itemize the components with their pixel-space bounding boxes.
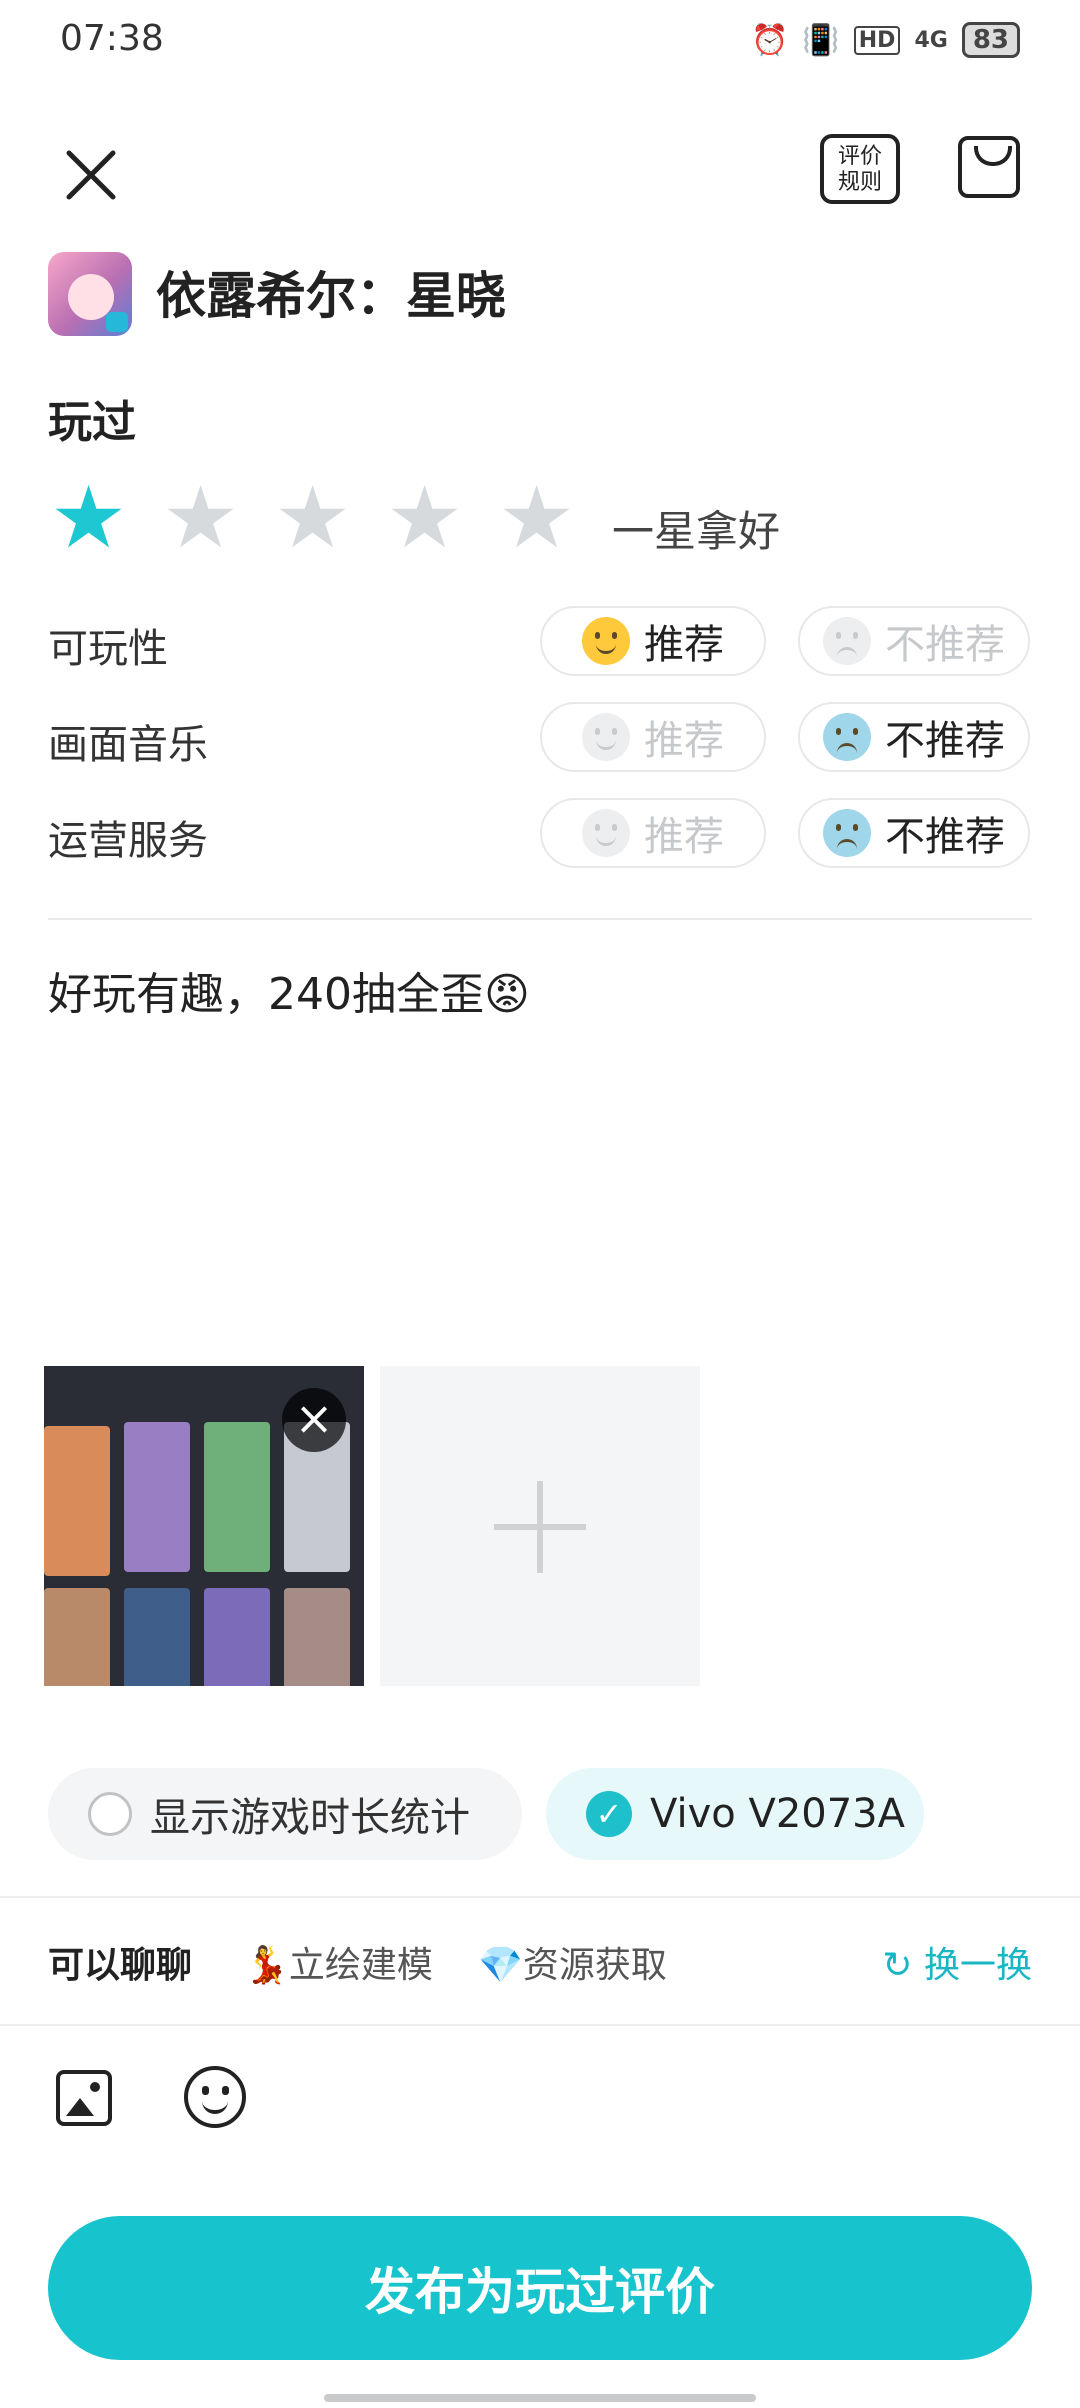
- hd-icon: HD: [853, 25, 901, 55]
- topics-lead: 可以聊聊: [48, 1945, 193, 1986]
- sad-face-icon: [823, 713, 871, 761]
- status-time: 07:38: [60, 18, 164, 59]
- remove-photo-button[interactable]: ×: [282, 1388, 346, 1452]
- alarm-icon: ⏰: [751, 22, 789, 58]
- divider: [48, 918, 1032, 920]
- star-3-icon[interactable]: ★: [274, 475, 354, 561]
- aspect-label-operations: 运营服务: [48, 818, 208, 864]
- topic-chip[interactable]: 💎资源获取: [478, 1936, 667, 1988]
- gameplay-recommend-button[interactable]: 推荐: [540, 606, 766, 676]
- pill-label: 推荐: [644, 814, 724, 860]
- star-4-icon[interactable]: ★: [386, 475, 466, 561]
- close-icon: [66, 150, 116, 200]
- star-rating[interactable]: ★ ★ ★ ★ ★: [50, 475, 578, 561]
- star-5-icon[interactable]: ★: [498, 475, 578, 561]
- add-photo-button[interactable]: [380, 1366, 700, 1686]
- image-icon[interactable]: [56, 2070, 112, 2126]
- sad-face-icon: [823, 809, 871, 857]
- pill-label: 不推荐: [885, 718, 1005, 764]
- star-2-icon[interactable]: ★: [162, 475, 242, 561]
- pill-label: 不推荐: [885, 814, 1005, 860]
- pill-label: 推荐: [644, 622, 724, 668]
- gameplay-not-recommend-button[interactable]: 不推荐: [798, 606, 1030, 676]
- happy-face-icon: [582, 617, 630, 665]
- network-icon: 4G: [914, 27, 948, 53]
- played-label: 玩过: [48, 397, 136, 448]
- battery-icon: 83: [961, 22, 1020, 58]
- swap-topics-button[interactable]: ↻ 换一换: [882, 1936, 1032, 1988]
- check-icon: ✓: [586, 1791, 632, 1837]
- operations-not-recommend-button[interactable]: 不推荐: [798, 798, 1030, 868]
- visuals-not-recommend-button[interactable]: 不推荐: [798, 702, 1030, 772]
- star-caption: 一星拿好: [612, 507, 781, 556]
- device-label: Vivo V2073A: [650, 1791, 905, 1837]
- happy-face-icon: [582, 809, 630, 857]
- star-1-icon[interactable]: ★: [50, 475, 130, 561]
- device-toggle[interactable]: ✓ Vivo V2073A: [546, 1768, 924, 1860]
- aspect-label-visuals-music: 画面音乐: [48, 722, 208, 768]
- emoji-icon[interactable]: [184, 2066, 246, 2128]
- bag-icon[interactable]: [958, 136, 1020, 198]
- status-icons: ⏰ 📳 HD 4G 83: [751, 22, 1020, 58]
- vibrate-icon: 📳: [802, 22, 840, 58]
- show-playtime-label: 显示游戏时长统计: [150, 1795, 470, 1841]
- topic-chip[interactable]: 💃立绘建模: [244, 1936, 433, 1988]
- swap-label: 换一换: [923, 1945, 1032, 1986]
- pill-label: 不推荐: [885, 622, 1005, 668]
- radio-icon: [88, 1792, 132, 1836]
- pill-label: 推荐: [644, 718, 724, 764]
- publish-button[interactable]: 发布为玩过评价: [48, 2216, 1032, 2360]
- show-playtime-toggle[interactable]: 显示游戏时长统计: [48, 1768, 522, 1860]
- divider: [0, 2024, 1080, 2026]
- happy-face-icon: [582, 713, 630, 761]
- game-icon: [48, 252, 132, 336]
- refresh-icon: ↻: [882, 1945, 924, 1986]
- operations-recommend-button[interactable]: 推荐: [540, 798, 766, 868]
- divider: [0, 1896, 1080, 1898]
- review-text-input[interactable]: 好玩有趣，240抽全歪😡: [48, 958, 530, 1022]
- rating-rules-button[interactable]: 评价 规则: [820, 134, 900, 204]
- aspect-label-gameplay: 可玩性: [48, 626, 168, 672]
- close-button[interactable]: [56, 140, 126, 210]
- home-indicator[interactable]: [324, 2394, 756, 2402]
- game-title: 依露希尔：星晓: [156, 267, 506, 325]
- sad-face-icon: [823, 617, 871, 665]
- visuals-recommend-button[interactable]: 推荐: [540, 702, 766, 772]
